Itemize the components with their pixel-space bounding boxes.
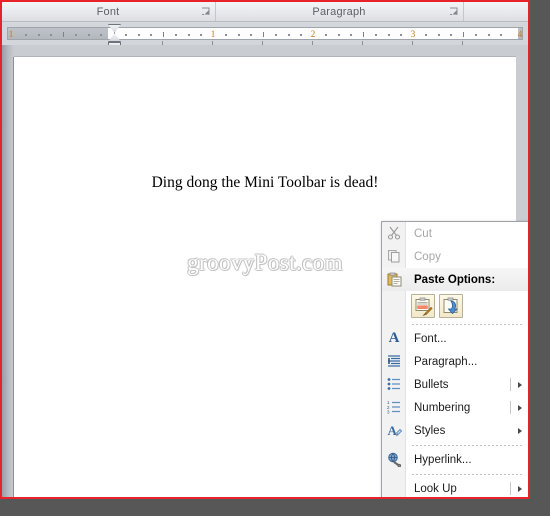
menu-item-bullets[interactable]: Bullets: [382, 373, 528, 396]
ribbon-group-font-label: Font: [96, 5, 120, 18]
menu-item-label: Numbering: [414, 401, 471, 414]
ribbon-group-strip: Font Paragraph: [2, 2, 528, 22]
menu-divider: [510, 482, 511, 495]
font-letter-a-icon: A: [388, 329, 400, 346]
svg-text:A: A: [387, 423, 397, 438]
menu-item-paragraph[interactable]: Paragraph...: [382, 350, 528, 373]
chevron-right-icon: [518, 404, 522, 411]
menu-item-styles[interactable]: A Styles: [382, 419, 528, 442]
menu-item-hyperlink[interactable]: Hyperlink...: [382, 448, 528, 471]
document-canvas: Ding dong the Mini Toolbar is dead! groo…: [2, 45, 528, 497]
paste-options-button-row: [382, 291, 528, 321]
menu-item-label: Styles: [414, 424, 446, 437]
menu-item-label: Bullets: [414, 378, 449, 391]
context-menu[interactable]: Cut Copy Paste Options: A Font... Paragr…: [381, 221, 528, 497]
menu-item-numbering[interactable]: 1 2 3 Numbering: [382, 396, 528, 419]
word-window-frame: Font Paragraph 1 1 2 3 4 Ding dong the M…: [0, 0, 530, 499]
ruler-number: 1: [8, 29, 14, 39]
ruler-left-margin-zone: [8, 28, 108, 39]
menu-divider: [510, 401, 511, 414]
menu-item-label: Cut: [414, 227, 432, 240]
ribbon-group-overflow: [464, 2, 528, 21]
menu-item-cut[interactable]: Cut: [382, 222, 528, 245]
menu-item-label: Font...: [414, 332, 447, 345]
scissors-icon: [385, 224, 403, 242]
menu-item-paste-options[interactable]: Paste Options:: [382, 268, 528, 291]
ruler-number: 3: [410, 29, 416, 39]
dialog-launcher-icon[interactable]: [198, 2, 213, 21]
ruler-number: 2: [310, 29, 316, 39]
ruler-bar[interactable]: 1 1 2 3 4: [7, 27, 523, 40]
hyperlink-icon: [385, 450, 403, 468]
ruler-number: 4: [517, 29, 523, 39]
copy-icon: [385, 247, 403, 265]
menu-item-font[interactable]: A Font...: [382, 327, 528, 350]
document-body-text: Ding dong the Mini Toolbar is dead!: [151, 174, 379, 191]
dialog-launcher-icon[interactable]: [446, 2, 461, 21]
menu-item-label: Look Up: [414, 482, 457, 495]
chevron-right-icon: [518, 485, 522, 492]
keep-source-formatting-button[interactable]: [411, 294, 435, 318]
svg-text:3: 3: [387, 410, 390, 415]
clipboard-arrow-icon: [443, 297, 458, 314]
menu-item-label: Paragraph...: [414, 355, 478, 368]
menu-divider: [510, 378, 511, 391]
bullets-icon: [385, 375, 403, 393]
menu-item-look-up[interactable]: Look Up: [382, 477, 528, 497]
ribbon-group-paragraph-label: Paragraph: [312, 5, 366, 18]
numbering-icon: 1 2 3: [385, 398, 403, 416]
menu-item-label: Paste Options:: [414, 273, 496, 286]
ruler-number: 1: [210, 29, 216, 39]
chevron-right-icon: [518, 427, 522, 434]
paste-icon: [385, 270, 403, 288]
styles-icon: A: [385, 421, 403, 439]
clipboard-brush-icon: [415, 297, 433, 316]
menu-item-label: Hyperlink...: [414, 453, 472, 466]
horizontal-ruler[interactable]: 1 1 2 3 4: [2, 23, 528, 45]
chevron-right-icon: [518, 381, 522, 388]
paragraph-icon: [385, 352, 403, 370]
merge-formatting-button[interactable]: [439, 294, 463, 318]
menu-item-label: Copy: [414, 250, 441, 263]
ribbon-group-paragraph: Paragraph: [216, 2, 464, 21]
ribbon-group-font: Font: [2, 2, 216, 21]
menu-item-copy[interactable]: Copy: [382, 245, 528, 268]
